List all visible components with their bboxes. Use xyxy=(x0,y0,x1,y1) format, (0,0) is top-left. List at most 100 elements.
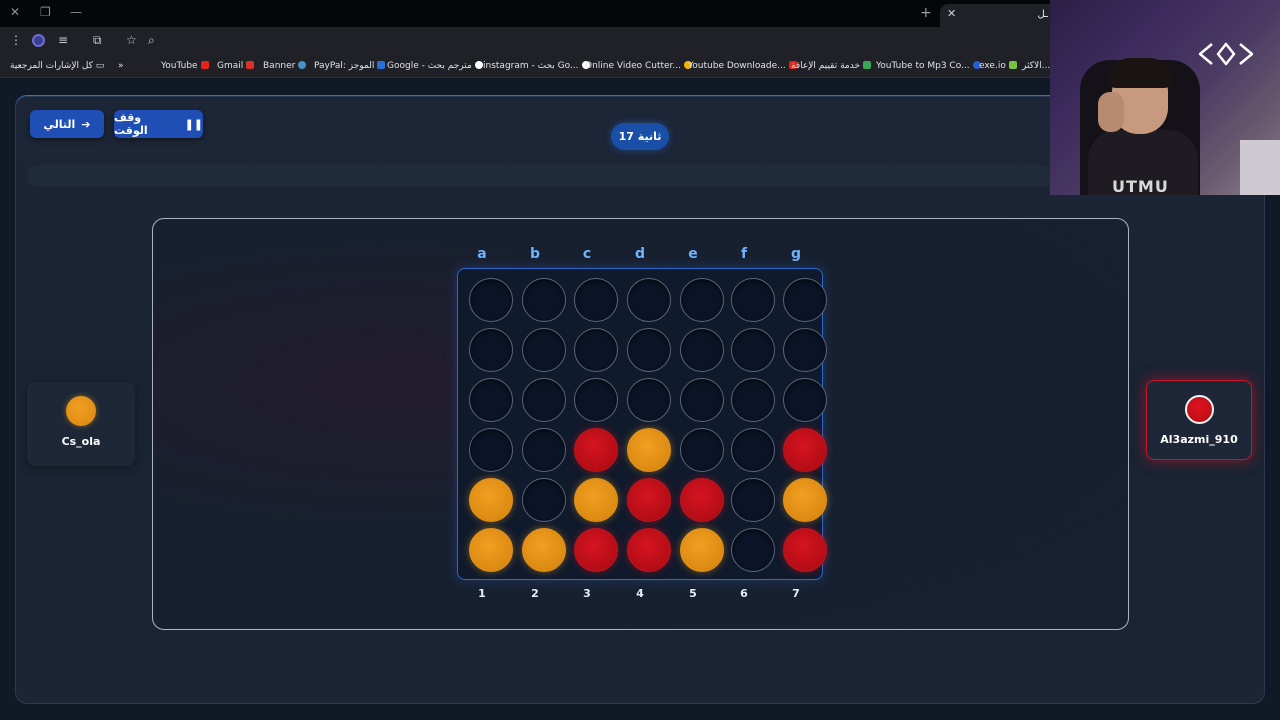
bookmark-gmail[interactable]: Gmail xyxy=(217,61,255,71)
column-number: 4 xyxy=(636,587,644,600)
bookmark-google-translate[interactable]: Google - مترجم بحث xyxy=(387,61,483,71)
bookmark-exe[interactable]: exe.io xyxy=(979,61,1017,71)
disc-red[interactable] xyxy=(574,428,618,472)
browser-toolbar: ⋮ ≡ ⧉ ☆ ⌕ xyxy=(0,27,1050,55)
exe-icon xyxy=(1008,61,1017,69)
bookmark-label: Online Video Cutter... xyxy=(585,61,682,71)
disc-yellow[interactable] xyxy=(627,428,671,472)
pause-label: وقف الوقت xyxy=(114,111,148,137)
reading-list-icon[interactable]: ≡ xyxy=(58,33,68,47)
timer-badge: 17 ثانية xyxy=(611,123,669,150)
player-disc-red xyxy=(1184,395,1214,424)
folder-icon: ▭ xyxy=(95,61,105,71)
player-card-left: Cs_ola xyxy=(27,382,135,466)
gmail-icon xyxy=(246,61,255,69)
board-cell-empty[interactable] xyxy=(731,328,775,372)
board-cell-empty[interactable] xyxy=(522,478,566,522)
bookmark-label: YouTube xyxy=(161,61,198,71)
player-disc-yellow xyxy=(66,396,96,426)
window-restore-icon[interactable]: ❐ xyxy=(40,5,51,19)
board-cell-empty[interactable] xyxy=(680,378,724,422)
board-cell-empty[interactable] xyxy=(731,428,775,472)
disc-yellow[interactable] xyxy=(574,478,618,522)
next-button[interactable]: التالي ➔ xyxy=(30,110,104,138)
browser-tab[interactable]: ✕ ـل xyxy=(940,4,1050,27)
pause-icon: ❚❚ xyxy=(184,117,203,131)
board-cell-empty[interactable] xyxy=(783,328,827,372)
column-letter: g xyxy=(790,246,802,262)
board-cell-empty[interactable] xyxy=(627,328,671,372)
bookmark-video-cutter[interactable]: Online Video Cutter... xyxy=(585,61,693,71)
bookmark-instagram[interactable]: instagram - بحث Go... xyxy=(483,61,590,71)
window-minimize-icon[interactable]: — xyxy=(70,5,82,19)
menu-icon[interactable]: ⋮ xyxy=(10,33,22,47)
webcam-overlay: UTMU xyxy=(1050,0,1280,195)
disc-red[interactable] xyxy=(680,478,724,522)
profile-avatar-icon[interactable] xyxy=(32,34,45,47)
tab-close-icon[interactable]: ✕ xyxy=(947,7,956,20)
board-cell-empty[interactable] xyxy=(574,328,618,372)
board-cell-empty[interactable] xyxy=(680,278,724,322)
board-cell-empty[interactable] xyxy=(469,278,513,322)
board-cell-empty[interactable] xyxy=(627,278,671,322)
disc-red[interactable] xyxy=(783,528,827,572)
disc-red[interactable] xyxy=(574,528,618,572)
column-letter: c xyxy=(582,246,592,262)
board-cell-empty[interactable] xyxy=(469,328,513,372)
disc-yellow[interactable] xyxy=(469,528,513,572)
disc-red[interactable] xyxy=(783,428,827,472)
paypal-icon xyxy=(377,61,386,69)
bookmark-overflow[interactable]: » xyxy=(118,61,124,71)
board-cell-empty[interactable] xyxy=(522,278,566,322)
google-icon xyxy=(474,61,483,69)
bookmark-paypal[interactable]: PayPal: الموجز xyxy=(314,61,386,71)
bookmark-star-icon[interactable]: ☆ xyxy=(126,33,137,47)
bookmark-disability[interactable]: خدمة تقييم الإعاقة xyxy=(791,61,872,71)
board-cell-empty[interactable] xyxy=(731,478,775,522)
game-board xyxy=(457,268,827,580)
window-close-icon[interactable]: ✕ xyxy=(10,5,20,19)
board-cell-empty[interactable] xyxy=(469,428,513,472)
disc-yellow[interactable] xyxy=(680,528,724,572)
search-icon[interactable]: ⌕ xyxy=(148,33,155,48)
disc-yellow[interactable] xyxy=(783,478,827,522)
bookmark-label: exe.io xyxy=(979,61,1006,71)
board-cell-empty[interactable] xyxy=(574,378,618,422)
bookmark-youtube[interactable]: YouTube xyxy=(161,61,209,71)
board-cell-empty[interactable] xyxy=(731,378,775,422)
column-number: 5 xyxy=(689,587,697,600)
board-cell-empty[interactable] xyxy=(522,378,566,422)
extensions-icon[interactable]: ⧉ xyxy=(93,33,102,48)
player-card-right: Al3azmi_910 xyxy=(1146,380,1252,460)
pause-time-button[interactable]: وقف الوقت ❚❚ xyxy=(114,110,203,138)
player-name-right: Al3azmi_910 xyxy=(1160,433,1238,446)
disc-yellow[interactable] xyxy=(469,478,513,522)
new-tab-button[interactable]: + xyxy=(920,5,932,21)
board-cell-empty[interactable] xyxy=(731,278,775,322)
board-cell-empty[interactable] xyxy=(680,428,724,472)
board-cell-empty[interactable] xyxy=(469,378,513,422)
column-number: 7 xyxy=(792,587,800,600)
board-cell-empty[interactable] xyxy=(574,278,618,322)
bookmark-youtube-downloader[interactable]: Youtube Downloade... xyxy=(688,61,797,71)
column-letter: b xyxy=(529,246,541,262)
board-cell-empty[interactable] xyxy=(522,428,566,472)
disc-yellow[interactable] xyxy=(522,528,566,572)
disc-red[interactable] xyxy=(627,528,671,572)
bookmark-all[interactable]: كل الإشارات المرجعية ▭ xyxy=(10,61,104,71)
board-cell-empty[interactable] xyxy=(522,328,566,372)
bookmark-yt-mp3[interactable]: YouTube to Mp3 Co... xyxy=(876,61,981,71)
cam-hand xyxy=(1098,92,1124,132)
column-letter: f xyxy=(740,246,748,262)
board-cell-empty[interactable] xyxy=(783,378,827,422)
disc-red[interactable] xyxy=(627,478,671,522)
board-cell-empty[interactable] xyxy=(627,378,671,422)
banner-icon xyxy=(298,61,307,69)
board-cell-empty[interactable] xyxy=(783,278,827,322)
progress-bar xyxy=(26,165,1056,187)
board-cell-empty[interactable] xyxy=(731,528,775,572)
bookmark-label: YouTube to Mp3 Co... xyxy=(876,61,970,71)
bookmark-more[interactable]: الاكثر... xyxy=(1022,61,1050,71)
board-cell-empty[interactable] xyxy=(680,328,724,372)
bookmark-banner[interactable]: Banner xyxy=(263,61,307,71)
